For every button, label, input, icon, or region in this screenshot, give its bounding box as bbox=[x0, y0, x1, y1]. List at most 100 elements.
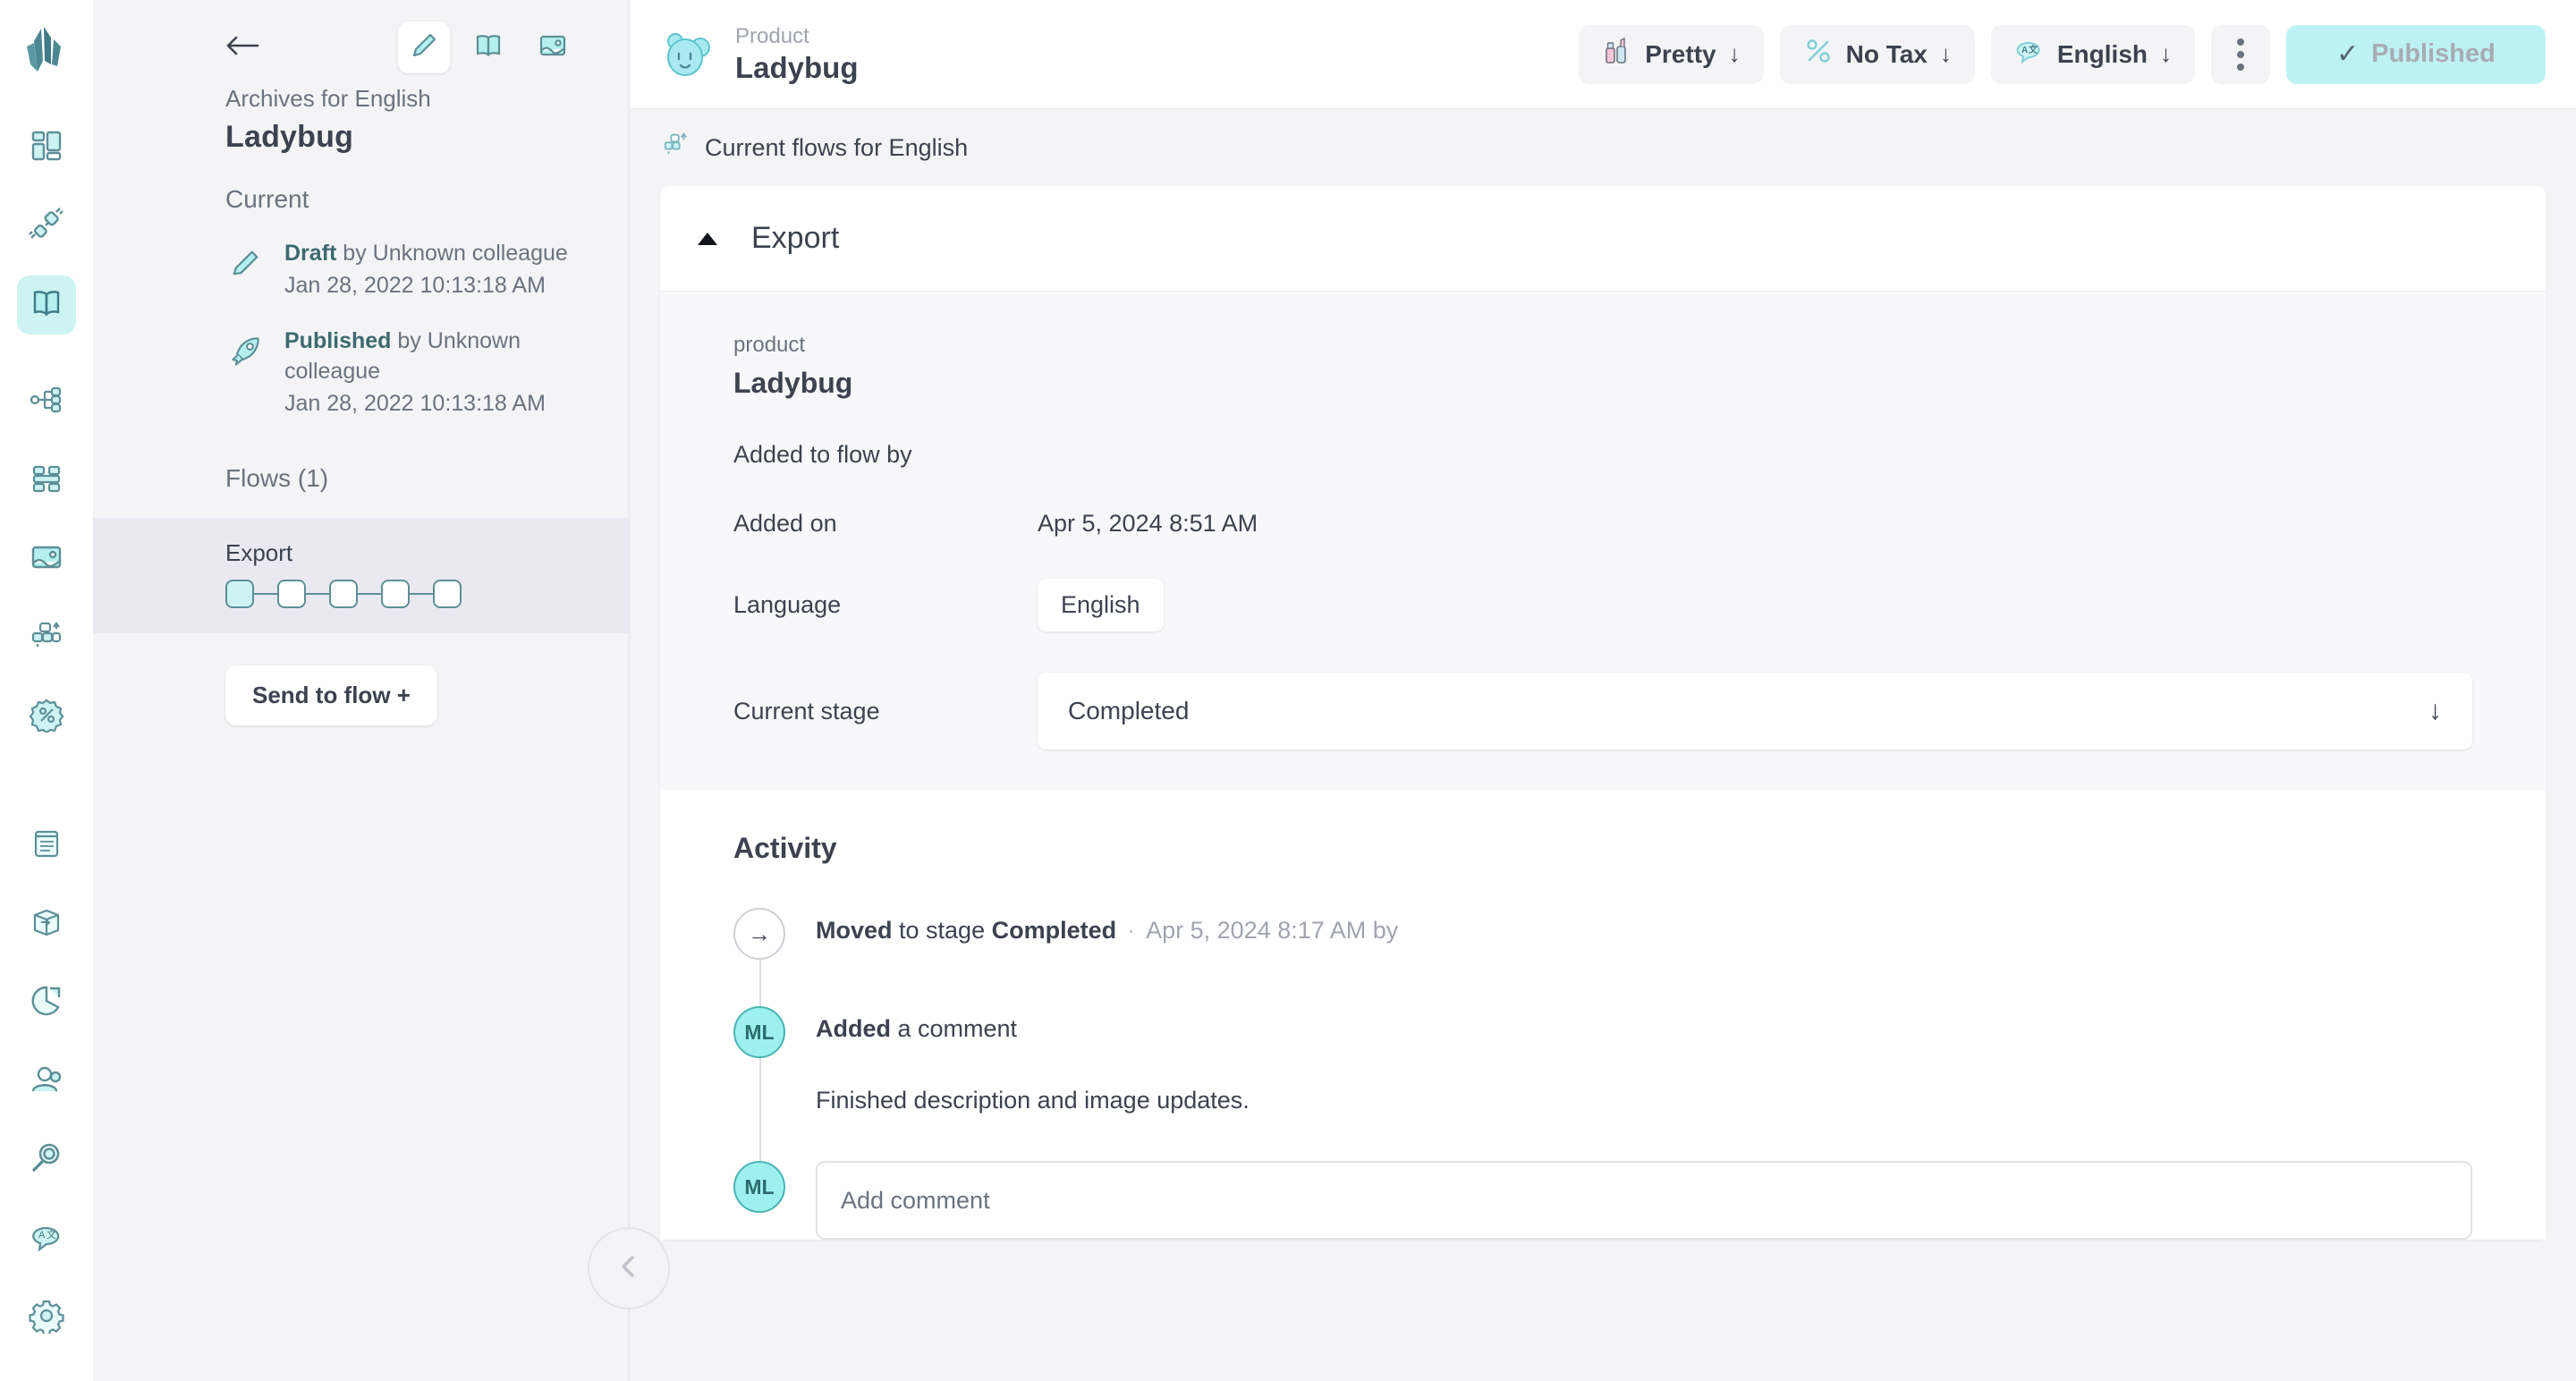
hierarchy-icon bbox=[29, 382, 64, 422]
field-added-to-flow-by: Added to flow by bbox=[660, 441, 2546, 469]
language-chip[interactable]: English bbox=[1038, 579, 1164, 631]
product-text: Product Ladybug bbox=[735, 23, 859, 86]
translate-icon: A 文 bbox=[29, 1219, 64, 1259]
kebab-dot bbox=[2237, 63, 2244, 71]
svg-text:文: 文 bbox=[2029, 44, 2038, 55]
rail-group-content bbox=[17, 372, 76, 766]
preview-view-button[interactable] bbox=[462, 21, 514, 73]
activity-timeline: → Moved to stage Completed · Apr 5, 2024 8… bbox=[660, 908, 2546, 1240]
revision-status: Published bbox=[284, 328, 392, 354]
more-options-button[interactable] bbox=[2211, 24, 2270, 84]
back-button[interactable] bbox=[218, 23, 267, 72]
export-card-title: Export bbox=[751, 221, 840, 255]
language-selector[interactable]: A 文 English ↓ bbox=[1990, 24, 2195, 84]
field-label: Current stage bbox=[733, 697, 880, 724]
revision-item-draft[interactable]: Draft by Unknown colleague Jan 28, 2022 … bbox=[225, 237, 597, 301]
collapse-panel-button[interactable] bbox=[588, 1227, 670, 1309]
rocket-icon bbox=[225, 325, 267, 377]
app-logo-icon[interactable] bbox=[18, 21, 75, 86]
flow-item-export[interactable]: Export bbox=[93, 518, 629, 634]
activity-entry-text: Moved to stage Completed · Apr 5, 2024 8:1… bbox=[816, 908, 1398, 945]
panel-view-toggles bbox=[93, 0, 629, 73]
top-bar-actions: Pretty ↓ No Tax ↓ A 文 English ↓ ✓ Publis… bbox=[1579, 24, 2546, 84]
app-root: A 文 Archives for English Ladybug Current… bbox=[0, 0, 2576, 1381]
variant-selector-pretty[interactable]: Pretty ↓ bbox=[1579, 24, 1764, 84]
translate-icon: A 文 bbox=[2014, 36, 2045, 72]
media-view-button[interactable] bbox=[527, 21, 579, 73]
flow-step[interactable] bbox=[433, 580, 462, 609]
sidebar-item-media[interactable] bbox=[17, 530, 76, 589]
main-area: Product Ladybug Pretty ↓ No Tax ↓ A 文 En… bbox=[630, 0, 2576, 1381]
flow-step-connector bbox=[410, 592, 433, 596]
export-card-header[interactable]: Export bbox=[660, 186, 2546, 292]
chevron-down-icon: ↓ bbox=[1939, 40, 1952, 67]
image-icon bbox=[538, 30, 568, 65]
flow-step[interactable] bbox=[329, 580, 358, 609]
sidebar-item-dashboard[interactable] bbox=[17, 118, 76, 177]
chevron-down-icon: ↓ bbox=[2160, 40, 2172, 67]
flow-step-connector bbox=[306, 592, 329, 596]
gear-icon bbox=[29, 1298, 64, 1338]
edit-view-button[interactable] bbox=[398, 21, 450, 73]
revision-timestamp: Jan 28, 2022 10:13:18 AM bbox=[284, 390, 546, 416]
publish-label: Published bbox=[2371, 39, 2496, 68]
status-badge-published[interactable]: ✓ Published bbox=[2286, 24, 2546, 84]
sidebar-item-analytics[interactable] bbox=[17, 973, 76, 1032]
flows-icon bbox=[29, 618, 64, 658]
product-identity: Product Ladybug bbox=[660, 23, 859, 86]
discount-badge-icon bbox=[29, 697, 64, 737]
revision-item-published[interactable]: Published by Unknown colleague Jan 28, 2… bbox=[225, 325, 597, 419]
flow-step[interactable] bbox=[277, 580, 306, 609]
sidebar-item-catalog[interactable] bbox=[17, 275, 76, 335]
add-comment-input[interactable]: Add comment bbox=[816, 1161, 2472, 1240]
svg-text:A: A bbox=[2021, 46, 2028, 55]
pie-chart-icon bbox=[29, 983, 64, 1023]
rail-group-tools: A 文 bbox=[17, 816, 76, 1367]
ladybug-avatar-icon bbox=[660, 27, 716, 82]
activity-action: Added bbox=[816, 1015, 891, 1042]
triangle-up-icon[interactable] bbox=[698, 232, 717, 245]
book-catalog-icon bbox=[29, 285, 64, 326]
sidebar-item-search[interactable] bbox=[17, 1131, 76, 1190]
variant-label: Pretty bbox=[1645, 39, 1716, 68]
add-comment-placeholder: Add comment bbox=[841, 1186, 990, 1214]
revision-text: Draft by Unknown colleague Jan 28, 2022 … bbox=[284, 237, 568, 301]
page-title: Ladybug bbox=[225, 120, 354, 155]
flow-step[interactable] bbox=[225, 580, 254, 609]
sidebar-item-layouts[interactable] bbox=[17, 451, 76, 510]
sidebar-item-reports[interactable] bbox=[17, 816, 76, 875]
clipboard-icon bbox=[29, 826, 64, 866]
sidebar-item-hierarchy[interactable] bbox=[17, 372, 76, 431]
sidebar-item-translations[interactable]: A 文 bbox=[17, 1209, 76, 1268]
tax-selector-no-tax[interactable]: No Tax ↓ bbox=[1779, 24, 1975, 84]
flow-name: Export bbox=[225, 539, 293, 567]
field-label: Added on bbox=[733, 510, 837, 537]
flow-step[interactable] bbox=[381, 580, 410, 609]
field-added-on: Added on Apr 5, 2024 8:51 AM bbox=[660, 510, 2546, 538]
sidebar-item-settings[interactable] bbox=[17, 1288, 76, 1347]
export-card-body: product Ladybug Added to flow by Added o… bbox=[660, 292, 2546, 791]
icon-rail: A 文 bbox=[0, 0, 93, 1381]
revision-status-line: Draft by Unknown colleague bbox=[284, 239, 568, 269]
kebab-dot bbox=[2237, 50, 2244, 58]
sidebar-item-flows[interactable] bbox=[17, 608, 76, 667]
current-stage-select[interactable]: Completed ↓ bbox=[1038, 673, 2472, 750]
percent-icon bbox=[1803, 36, 1834, 72]
cosmetics-icon bbox=[1602, 36, 1632, 72]
send-to-flow-button[interactable]: Send to flow + bbox=[225, 665, 437, 726]
dashboard-icon bbox=[29, 128, 64, 168]
field-language: Language English bbox=[660, 579, 2546, 631]
revision-status-line: Published by Unknown colleague bbox=[284, 326, 597, 387]
panel-body: Archives for English Ladybug Current Dra… bbox=[93, 72, 629, 726]
breadcrumb-label[interactable]: Current flows for English bbox=[705, 134, 968, 162]
check-icon: ✓ bbox=[2336, 39, 2360, 69]
sidebar-item-discounts[interactable] bbox=[17, 687, 76, 746]
sidebar-item-export[interactable] bbox=[17, 894, 76, 953]
sidebar-item-users[interactable] bbox=[17, 1052, 76, 1111]
field-current-stage: Current stage Completed ↓ bbox=[660, 673, 2546, 750]
sidebar-item-integrations[interactable] bbox=[17, 197, 76, 256]
arrow-right-icon: → bbox=[733, 908, 785, 960]
image-media-icon bbox=[29, 539, 64, 580]
chevron-down-icon: ↓ bbox=[1728, 40, 1741, 67]
current-section-label: Current bbox=[225, 185, 309, 214]
